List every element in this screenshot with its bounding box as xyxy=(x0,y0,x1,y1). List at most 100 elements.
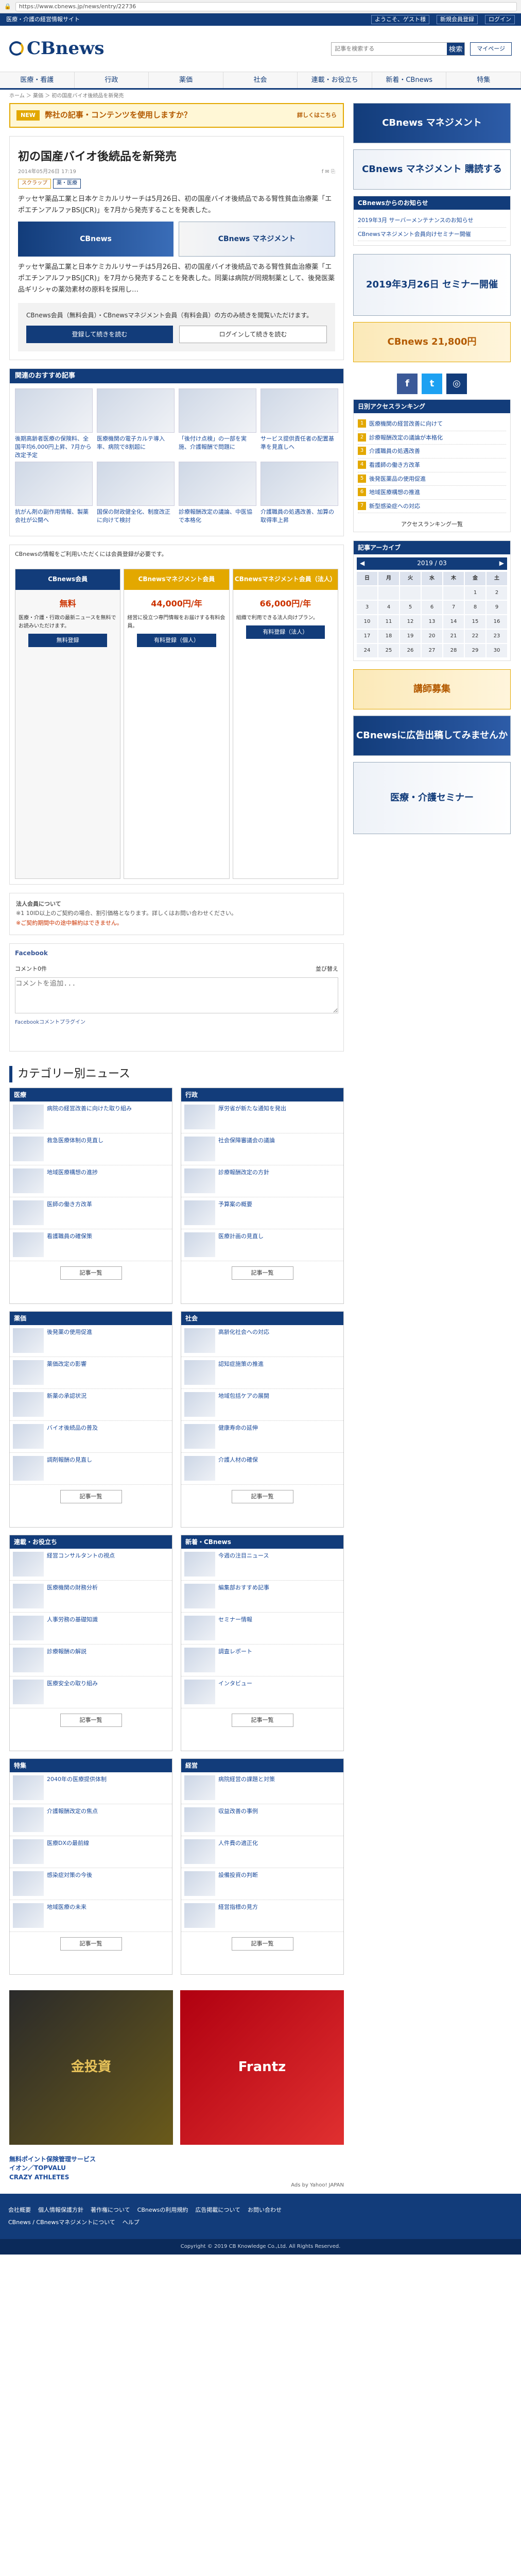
category-news-item[interactable]: 新薬の承認状況 xyxy=(10,1389,172,1421)
category-news-item[interactable]: バイオ後続品の普及 xyxy=(10,1421,172,1453)
search-input[interactable] xyxy=(332,42,447,55)
category-news-item[interactable]: 医療DXの最前線 xyxy=(10,1836,172,1868)
nav-item[interactable]: 新着・CBnews xyxy=(372,72,447,88)
calendar-day[interactable]: 1 xyxy=(465,586,485,600)
category-news-item[interactable]: 介護報酬改定の焦点 xyxy=(10,1804,172,1836)
category-news-item[interactable]: 予算案の概要 xyxy=(181,1197,343,1229)
category-news-item[interactable]: 看護職員の確保策 xyxy=(10,1229,172,1261)
related-card[interactable]: 介護職員の処遇改善、加算の取得率上昇 xyxy=(260,461,338,531)
footer-link[interactable]: 個人情報保護方針 xyxy=(38,2206,83,2214)
footer-link[interactable]: CBnewsの利用規約 xyxy=(137,2206,188,2214)
category-more-button[interactable]: 記事一覧 xyxy=(60,1489,122,1503)
nav-item[interactable]: 社会 xyxy=(223,72,298,88)
sidebar-ad-1[interactable]: CBnews マネジメント xyxy=(353,103,511,143)
inline-ad-1[interactable]: CBnews xyxy=(18,222,173,257)
text-ad-3[interactable]: CRAZY ATHLETES xyxy=(9,2174,69,2181)
footer-link[interactable]: 広告掲載について xyxy=(195,2206,240,2214)
ranking-item[interactable]: 5 後発医薬品の使用促進 xyxy=(358,472,506,486)
ranking-item[interactable]: 4 看護師の働き方改革 xyxy=(358,459,506,472)
calendar-day[interactable]: 18 xyxy=(378,629,399,643)
category-news-item[interactable]: 地域包括ケアの展開 xyxy=(181,1389,343,1421)
login-link[interactable]: ログイン xyxy=(485,15,515,24)
ranking-item[interactable]: 7 新型感染症への対応 xyxy=(358,500,506,514)
calendar-day[interactable]: 4 xyxy=(378,600,399,614)
category-news-item[interactable]: 設備投資の判断 xyxy=(181,1868,343,1900)
calendar-day[interactable]: 10 xyxy=(357,615,377,629)
footer-link[interactable]: お問い合わせ xyxy=(248,2206,282,2214)
category-news-item[interactable]: 調査レポート xyxy=(181,1645,343,1676)
category-more-button[interactable]: 記事一覧 xyxy=(60,1713,122,1727)
mypage-button[interactable]: マイページ xyxy=(470,42,512,56)
category-news-item[interactable]: 病院経営の課題と対策 xyxy=(181,1772,343,1804)
related-card[interactable]: 抗がん剤の副作用情報、製薬会社が公開へ xyxy=(15,461,93,531)
ranking-item[interactable]: 2 診療報酬改定の議論が本格化 xyxy=(358,431,506,445)
share-icons[interactable]: f ✉ ⎘ xyxy=(322,168,335,176)
footer-link[interactable]: CBnews / CBnewsマネジメントについて xyxy=(8,2218,115,2227)
category-more-button[interactable]: 記事一覧 xyxy=(231,1266,293,1280)
facebook-plugin[interactable]: Facebookコメントプラグイン xyxy=(15,1019,338,1027)
register-link[interactable]: 新規会員登録 xyxy=(437,15,478,24)
footer-link[interactable]: ヘルプ xyxy=(123,2218,140,2227)
calendar-day[interactable]: 15 xyxy=(465,615,485,629)
calendar-day[interactable]: 19 xyxy=(400,629,421,643)
calendar-day[interactable]: 2 xyxy=(487,586,507,600)
ranking-more[interactable]: アクセスランキング一覧 xyxy=(354,517,510,532)
footer-link[interactable]: 著作権について xyxy=(91,2206,130,2214)
category-news-item[interactable]: セミナー情報 xyxy=(181,1613,343,1645)
calendar-day[interactable]: 20 xyxy=(422,629,442,643)
calendar-day[interactable]: 22 xyxy=(465,629,485,643)
tag-scrap[interactable]: スクラップ xyxy=(18,179,51,189)
category-news-item[interactable]: 健康寿命の延伸 xyxy=(181,1421,343,1453)
category-news-item[interactable]: 診療報酬改定の方針 xyxy=(181,1165,343,1197)
sidebar-ad-2[interactable]: CBnews マネジメント 購読する xyxy=(353,149,511,190)
category-news-item[interactable]: 経営指標の見方 xyxy=(181,1900,343,1932)
calendar-day[interactable]: 24 xyxy=(357,643,377,657)
category-more-button[interactable]: 記事一覧 xyxy=(231,1489,293,1503)
category-news-item[interactable]: 医療安全の取り組み xyxy=(10,1676,172,1708)
sort-label[interactable]: 並び替え xyxy=(316,965,338,973)
search-button[interactable]: 検索 xyxy=(447,42,465,55)
twitter-icon[interactable]: t xyxy=(422,374,442,395)
plan-button[interactable]: 有料登録（個人） xyxy=(137,634,216,648)
rss-icon[interactable]: ◎ xyxy=(446,374,467,395)
prev-month-icon[interactable]: ◀ xyxy=(360,559,364,568)
address-bar[interactable]: https://www.cbnews.jp/news/entry/22736 xyxy=(15,2,517,11)
calendar-day[interactable]: 5 xyxy=(400,600,421,614)
plan-button[interactable]: 無料登録 xyxy=(28,634,108,648)
calendar-day[interactable]: 29 xyxy=(465,643,485,657)
category-news-item[interactable]: 認知症施策の推進 xyxy=(181,1357,343,1389)
related-card[interactable]: 国保の財政健全化、制度改正に向けて検討 xyxy=(97,461,175,531)
text-ad-2[interactable]: イオン／TOPVALU xyxy=(9,2164,66,2172)
inline-ad-2[interactable]: CBnews マネジメント xyxy=(179,222,335,257)
calendar-day[interactable]: 8 xyxy=(465,600,485,614)
calendar-day[interactable]: 25 xyxy=(378,643,399,657)
calendar-day[interactable]: 13 xyxy=(422,615,442,629)
category-news-item[interactable]: 薬価改定の影響 xyxy=(10,1357,172,1389)
category-more-button[interactable]: 記事一覧 xyxy=(60,1937,122,1951)
calendar-day[interactable]: 26 xyxy=(400,643,421,657)
related-card[interactable]: 医療機関の電子カルテ導入率、病院で8割超に xyxy=(97,388,175,457)
notice-item[interactable]: 2019年3月 サーバーメンテナンスのお知らせ xyxy=(358,214,506,228)
footer-link[interactable]: 会社概要 xyxy=(8,2206,31,2214)
category-news-item[interactable]: インタビュー xyxy=(181,1676,343,1708)
category-news-item[interactable]: 救急医療体制の見直し xyxy=(10,1133,172,1165)
ranking-item[interactable]: 3 介護職員の処遇改善 xyxy=(358,445,506,459)
banner-right[interactable]: Frantz xyxy=(180,1990,344,2145)
calendar-day[interactable]: 7 xyxy=(443,600,464,614)
category-news-item[interactable]: 今週の注目ニュース xyxy=(181,1549,343,1581)
notice-banner[interactable]: NEW 弊社の記事・コンテンツを使用しますか？ 詳しくはこちら xyxy=(9,103,344,128)
register-button[interactable]: 登録して続きを読む xyxy=(26,325,173,343)
sidebar-ad-7[interactable]: 医療・介護セミナー xyxy=(353,761,511,834)
text-ad-1[interactable]: 無料ポイント保険管理サービス xyxy=(9,2156,96,2163)
ranking-item[interactable]: 1 医療機関の経営改善に向けて xyxy=(358,417,506,431)
plan-button[interactable]: 有料登録（法人） xyxy=(246,625,325,639)
calendar-day[interactable]: 28 xyxy=(443,643,464,657)
category-news-item[interactable]: 医療機関の財務分析 xyxy=(10,1581,172,1613)
notice-item[interactable]: CBnewsマネジメント会員向けセミナー開催 xyxy=(358,228,506,242)
category-more-button[interactable]: 記事一覧 xyxy=(60,1266,122,1280)
category-news-item[interactable]: 医療計画の見直し xyxy=(181,1229,343,1261)
sidebar-ad-4[interactable]: CBnews 21,800円 xyxy=(353,322,511,363)
related-card[interactable]: 「後付け点検」の一部を実施、介護報酬で問題に xyxy=(179,388,256,457)
calendar-day[interactable]: 17 xyxy=(357,629,377,643)
category-news-item[interactable]: 診療報酬の解説 xyxy=(10,1645,172,1676)
